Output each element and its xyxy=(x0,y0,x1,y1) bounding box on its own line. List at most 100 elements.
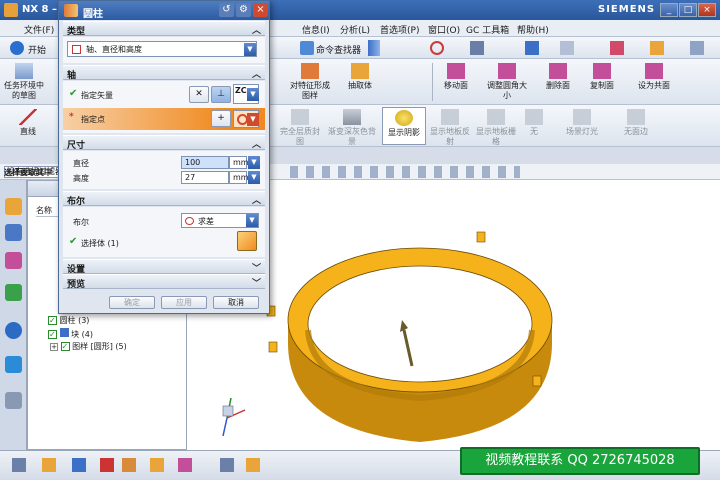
tree-row-cylinder[interactable]: ✓ 圆柱 (3) xyxy=(48,315,89,327)
height-unit[interactable]: mm xyxy=(229,171,249,184)
snap-tools[interactable] xyxy=(290,166,520,178)
gradient-background-button[interactable]: 渐变深灰色背景 xyxy=(328,109,376,147)
line-button[interactable]: 直线 xyxy=(8,109,48,137)
maximize-button[interactable]: □ xyxy=(679,3,697,17)
close-dialog-button[interactable]: × xyxy=(253,3,268,17)
history-icon[interactable] xyxy=(5,356,22,373)
floor-reflection-button[interactable]: 显示地板反射 xyxy=(428,109,472,147)
ring-tab xyxy=(476,231,486,243)
bottom-tool-1-icon[interactable] xyxy=(12,458,26,472)
make-coplanar-button[interactable]: 设为共面 xyxy=(632,63,676,91)
close-window-button[interactable]: × xyxy=(698,3,716,17)
start-menu-button[interactable]: 开始 xyxy=(28,43,46,56)
point-selector[interactable]: ▼ xyxy=(233,110,259,128)
menu-gc-toolbox[interactable]: GC 工具箱 xyxy=(466,23,509,36)
settings-section-header[interactable]: 设置 ﹀ xyxy=(63,259,265,275)
toolbar-icon-f[interactable] xyxy=(690,41,704,55)
floor-grid-button[interactable]: 显示地板栅格 xyxy=(474,109,518,147)
none-button[interactable]: 无 xyxy=(522,109,546,137)
menu-analysis[interactable]: 分析(L) xyxy=(340,23,370,36)
system-materials-icon[interactable] xyxy=(5,392,22,409)
reset-icon[interactable]: ↺ xyxy=(219,3,234,17)
reuse-library-icon[interactable] xyxy=(5,284,22,301)
ring-part[interactable] xyxy=(266,231,553,442)
apply-button[interactable]: 应用 xyxy=(161,296,207,309)
boolean-section-body: 布尔 求差 ▼ ✔ 选择体 (1) xyxy=(63,207,265,257)
required-asterisk-icon: * xyxy=(69,112,74,122)
size-section-header[interactable]: 尺寸 ︿ xyxy=(63,135,265,151)
extract-body-button[interactable]: 抽取体 xyxy=(342,63,378,91)
hole-icon[interactable] xyxy=(430,41,444,55)
no-face-edges-button[interactable]: 无面边 xyxy=(616,109,656,137)
full-scene-shading-button[interactable]: 完全层质封图 xyxy=(280,109,320,147)
body-icon[interactable] xyxy=(368,40,380,56)
bottom-tool-4-icon[interactable] xyxy=(100,458,114,472)
diameter-input[interactable]: 100 xyxy=(181,156,229,169)
part-navigator-icon[interactable] xyxy=(5,252,22,269)
height-input[interactable]: 27 xyxy=(181,171,229,184)
boolean-dropdown[interactable]: 求差 ▼ xyxy=(181,213,259,228)
ok-button[interactable]: 确定 xyxy=(109,296,155,309)
scene-lighting-button[interactable]: 场景灯光 xyxy=(562,109,602,137)
height-dropdown-arrow-icon[interactable]: ▼ xyxy=(248,171,260,184)
tree-row-label: 图样 [圆形] (5) xyxy=(72,342,127,351)
point-dialog-button[interactable]: + xyxy=(211,110,231,127)
toolbar-icon-b[interactable] xyxy=(525,41,539,55)
show-shadows-button[interactable]: 显示阴影 xyxy=(382,107,426,145)
bottom-tool-9-icon[interactable] xyxy=(246,458,260,472)
specify-point-row[interactable]: * 指定点 + ▼ xyxy=(63,108,265,130)
bottom-tool-3-icon[interactable] xyxy=(72,458,86,472)
sketch-in-task-label: 任务环境中的草图 xyxy=(4,81,44,100)
type-section-header[interactable]: 类型 ︿ xyxy=(63,21,265,37)
copy-face-button[interactable]: 复制面 xyxy=(584,63,620,91)
sketch-in-task-button[interactable]: 任务环境中的草图 xyxy=(4,63,44,101)
settings-gear-icon[interactable]: ⚙ xyxy=(236,3,251,17)
toolbar-icon-c[interactable] xyxy=(560,41,574,55)
axis-section-header[interactable]: 轴 ︿ xyxy=(63,65,265,81)
resize-blend-button[interactable]: 调整圆角大小 xyxy=(484,63,530,101)
select-body-button[interactable] xyxy=(237,231,257,251)
diameter-unit[interactable]: mm xyxy=(229,156,249,169)
expand-icon[interactable]: + xyxy=(50,343,58,351)
type-icon xyxy=(72,45,81,54)
window-title: NX 8 – xyxy=(22,4,57,15)
menu-file[interactable]: 文件(F) xyxy=(24,23,54,36)
inferred-vector-button[interactable]: ⊥ xyxy=(211,86,231,103)
bottom-tool-2-icon[interactable] xyxy=(42,458,56,472)
check-icon: ✔ xyxy=(69,236,78,247)
menu-preferences[interactable]: 首选项(P) xyxy=(380,23,419,36)
line-label: 直线 xyxy=(20,127,36,136)
start-icon[interactable] xyxy=(10,41,24,55)
tree-row-pattern[interactable]: + ✓ 图样 [圆形] (5) xyxy=(50,341,127,353)
vector-selector[interactable]: ZC ▼ xyxy=(233,84,259,104)
bottom-tool-5-icon[interactable] xyxy=(122,458,136,472)
cancel-button[interactable]: 取消 xyxy=(213,296,259,309)
toolbar-icon-e[interactable] xyxy=(650,41,664,55)
resize-blend-label: 调整圆角大小 xyxy=(487,81,527,100)
preview-section-header[interactable]: 预览 ﹀ xyxy=(63,274,265,290)
toolbar-icon-d[interactable] xyxy=(610,41,624,55)
command-finder-icon[interactable] xyxy=(300,41,314,55)
tree-row-block[interactable]: ✓ 块 (4) xyxy=(48,328,93,340)
constraint-navigator-icon[interactable] xyxy=(5,224,22,241)
menu-info[interactable]: 信息(I) xyxy=(302,23,330,36)
bottom-tool-8-icon[interactable] xyxy=(220,458,234,472)
menu-window[interactable]: 窗口(O) xyxy=(428,23,460,36)
menu-help[interactable]: 帮助(H) xyxy=(517,23,549,36)
diameter-dropdown-arrow-icon[interactable]: ▼ xyxy=(248,156,260,169)
web-browser-icon[interactable] xyxy=(5,322,22,339)
vector-dialog-button[interactable]: ✕ xyxy=(189,86,209,103)
boolean-section-header[interactable]: 布尔 ︿ xyxy=(63,191,265,207)
minimize-button[interactable]: _ xyxy=(660,3,678,17)
assembly-navigator-icon[interactable] xyxy=(5,198,22,215)
pattern-feature-button[interactable]: 对特征形成图样 xyxy=(288,63,332,101)
toolbar-icon-a[interactable] xyxy=(470,41,484,55)
delete-face-button[interactable]: 删除面 xyxy=(540,63,576,91)
gradient-background-icon xyxy=(343,109,361,125)
bottom-tool-7-icon[interactable] xyxy=(178,458,192,472)
command-finder-button[interactable]: 命令查找器 xyxy=(316,43,361,56)
gradient-background-label: 渐变深灰色背景 xyxy=(328,127,376,146)
type-dropdown[interactable]: 轴、直径和高度 ▼ xyxy=(67,41,257,57)
move-face-button[interactable]: 移动面 xyxy=(438,63,474,91)
bottom-tool-6-icon[interactable] xyxy=(150,458,164,472)
